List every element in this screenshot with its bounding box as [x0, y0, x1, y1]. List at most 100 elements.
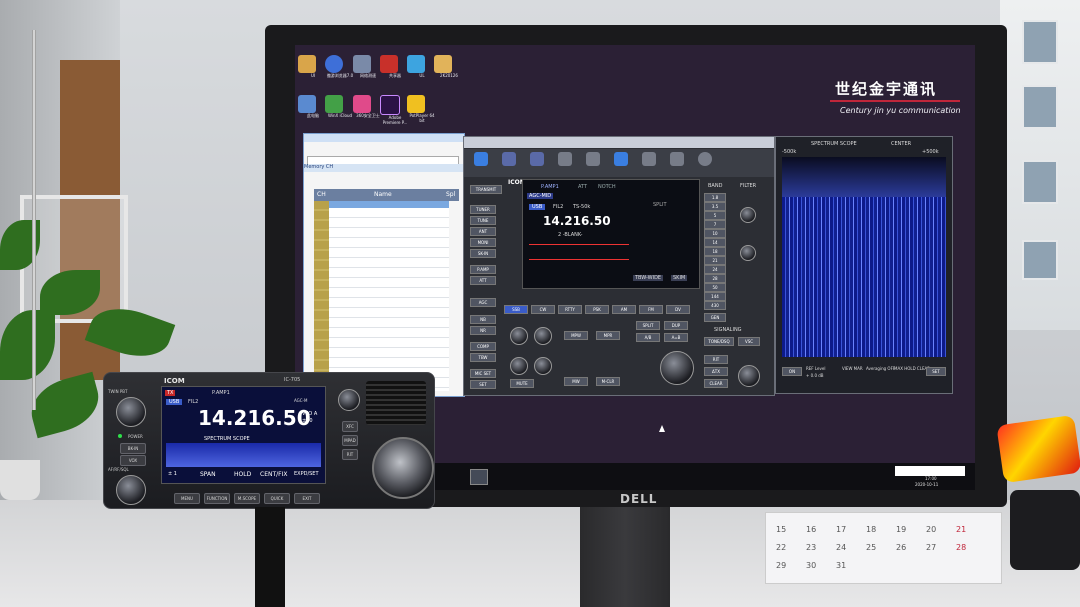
tune-button[interactable]: TUNE: [470, 216, 496, 225]
band-button[interactable]: 430: [704, 301, 726, 310]
band-button[interactable]: 18: [704, 247, 726, 256]
rf-gain-knob[interactable]: [534, 357, 552, 375]
cw-pitch-knob[interactable]: [534, 327, 552, 345]
mpr-button[interactable]: MPR: [596, 331, 620, 340]
exit-button[interactable]: EXIT: [294, 493, 320, 504]
desktop-icon[interactable]: PotPlayer 64 bit: [407, 95, 437, 123]
mode-am-button[interactable]: AM: [612, 305, 636, 314]
main-dial-knob[interactable]: [372, 437, 434, 499]
set-mode-icon[interactable]: [642, 152, 656, 166]
mw-button[interactable]: MW: [564, 377, 588, 386]
band-button[interactable]: 10: [704, 229, 726, 238]
ant-button[interactable]: ANT: [470, 227, 496, 236]
band-button[interactable]: 14: [704, 238, 726, 247]
memory-row-selected[interactable]: [329, 201, 449, 208]
desktop-icon[interactable]: UL: [407, 55, 437, 78]
tuner-button[interactable]: TUNER: [470, 205, 496, 214]
scope-on-button[interactable]: ON: [782, 367, 802, 376]
band-button[interactable]: 3.5: [704, 202, 726, 211]
nb-button[interactable]: NB: [470, 315, 496, 324]
voice-icon[interactable]: [558, 152, 572, 166]
sk-in-button[interactable]: SK-IN: [470, 249, 496, 258]
quick-button[interactable]: QUICK: [264, 493, 290, 504]
connect-set-icon[interactable]: [670, 152, 684, 166]
cw-keyer-icon[interactable]: [586, 152, 600, 166]
band-button[interactable]: 7: [704, 220, 726, 229]
memory-icon[interactable]: [530, 152, 544, 166]
desktop-icon[interactable]: WinX iCloud: [325, 95, 355, 118]
mode-rtty-button[interactable]: RTTY: [558, 305, 582, 314]
band-button[interactable]: 24: [704, 265, 726, 274]
agc-button[interactable]: AGC: [470, 298, 496, 307]
desktop-icon[interactable]: Adobe Premiere P...: [380, 95, 410, 125]
mode-ssb-button[interactable]: SSB: [504, 305, 528, 314]
scope-set-button[interactable]: SET: [926, 367, 946, 376]
band-button[interactable]: 5: [704, 211, 726, 220]
scope-view-button[interactable]: VIEW MAR: [842, 366, 863, 371]
mode-psk-button[interactable]: PSK: [585, 305, 609, 314]
mpw-button[interactable]: MPW: [564, 331, 588, 340]
function-button[interactable]: FUNCTION: [204, 493, 230, 504]
dup-button[interactable]: DUP: [664, 321, 688, 330]
mic-set-button[interactable]: MIC SET: [470, 369, 496, 378]
scope-max-hold-button[interactable]: MAX HOLD CLEAR: [894, 366, 930, 371]
band-button[interactable]: 1.8: [704, 193, 726, 202]
band-button[interactable]: 28: [704, 274, 726, 283]
scope-icon[interactable]: [614, 152, 628, 166]
desktop-icon[interactable]: 共享器: [380, 55, 410, 79]
multi-knob[interactable]: [338, 389, 360, 411]
desktop-icon[interactable]: 傲游浏览器7.0: [325, 55, 355, 79]
moni-button[interactable]: MONI: [470, 238, 496, 247]
hold-soft-key[interactable]: HOLD: [234, 471, 251, 478]
twin-pbt-knob[interactable]: [740, 207, 756, 223]
rf-power-knob[interactable]: [510, 327, 528, 345]
band-button[interactable]: 21: [704, 256, 726, 265]
m-scope-button[interactable]: M.SCOPE: [234, 493, 260, 504]
xfc-button[interactable]: XFC: [342, 421, 358, 432]
mode-dv-button[interactable]: DV: [666, 305, 690, 314]
transmit-button[interactable]: TRANSMIT: [470, 185, 502, 194]
connect-icon[interactable]: [474, 152, 488, 166]
band-button[interactable]: 50: [704, 283, 726, 292]
desktop-icon[interactable]: 此电脑: [298, 95, 328, 119]
set-button[interactable]: SET: [470, 380, 496, 389]
att-button[interactable]: ATT: [470, 276, 496, 285]
m-clr-button[interactable]: M-CLR: [596, 377, 620, 386]
vox-button[interactable]: VOX: [120, 455, 146, 466]
twin-pbt-knob[interactable]: [116, 397, 146, 427]
controller-icon[interactable]: [502, 152, 516, 166]
exit-icon[interactable]: [698, 152, 712, 166]
mute-button[interactable]: MUTE: [510, 379, 534, 388]
taskbar-app-icon[interactable]: [470, 469, 488, 485]
af-rf-sql-knob[interactable]: [116, 475, 146, 505]
clear-button[interactable]: CLEAR: [704, 379, 728, 388]
nr-button[interactable]: NR: [470, 326, 496, 335]
tbw-button[interactable]: TBW: [470, 353, 496, 362]
comp-button[interactable]: COMP: [470, 342, 496, 351]
tone-button[interactable]: TONE/DSQ: [704, 337, 734, 346]
expd-set-soft-key[interactable]: EXPD/SET: [294, 471, 319, 477]
cent-fix-soft-key[interactable]: CENT/FIX: [260, 471, 288, 478]
mpad-button[interactable]: MPAD: [342, 435, 358, 446]
desktop-icon[interactable]: UI: [298, 55, 328, 78]
scope-averaging-button[interactable]: Averaging OFF: [866, 366, 895, 371]
desktop-icon[interactable]: 网络测速: [353, 55, 383, 79]
mode-cw-button[interactable]: CW: [531, 305, 555, 314]
menu-button[interactable]: MENU: [174, 493, 200, 504]
bk-in-button[interactable]: BK-IN: [120, 443, 146, 454]
span-soft-key[interactable]: SPAN: [200, 471, 216, 478]
memory-rows[interactable]: [329, 208, 449, 391]
band-button[interactable]: 144: [704, 292, 726, 301]
band-button[interactable]: GEN: [704, 313, 726, 322]
af-knob[interactable]: [510, 357, 528, 375]
main-dial-knob[interactable]: [660, 351, 694, 385]
vsc-button[interactable]: VSC: [738, 337, 760, 346]
rit-button[interactable]: RIT: [342, 449, 358, 460]
delta-tx-button[interactable]: ΔTX: [704, 367, 728, 376]
desktop-icon[interactable]: 360安全卫士: [353, 95, 383, 119]
split-button[interactable]: SPLIT: [636, 321, 660, 330]
preamp-button[interactable]: P.AMP: [470, 265, 496, 274]
desktop-icon[interactable]: 2K20126: [434, 55, 464, 78]
rit-knob[interactable]: [738, 365, 760, 387]
notch-knob[interactable]: [740, 245, 756, 261]
